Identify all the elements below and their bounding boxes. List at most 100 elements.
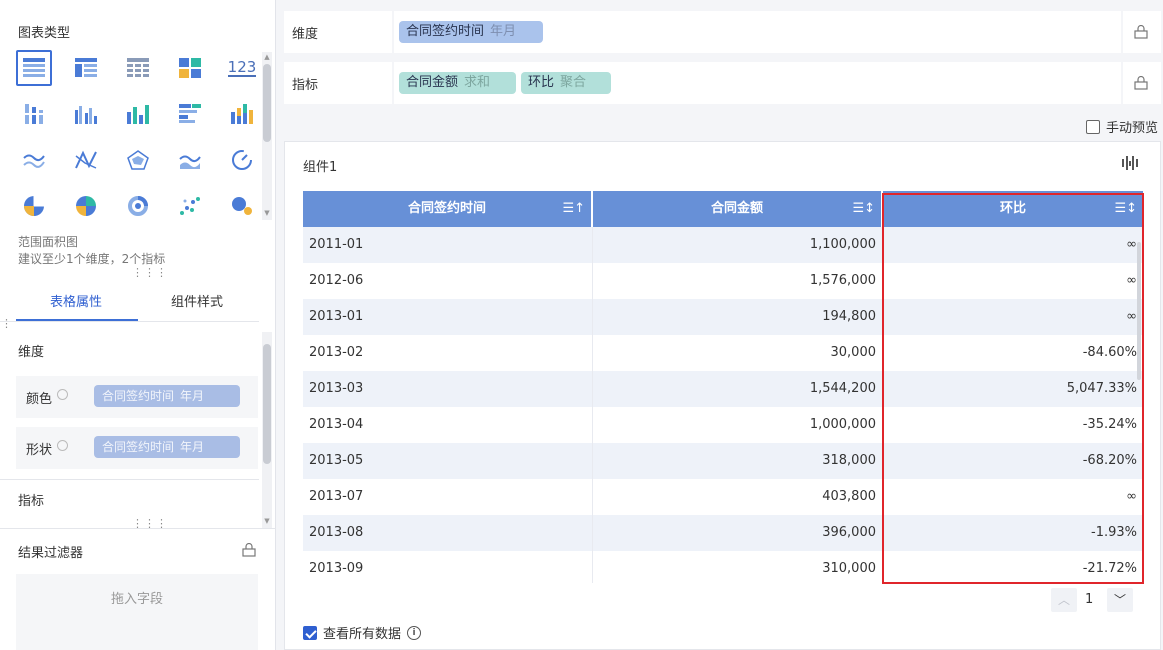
view-all-data-toggle[interactable]: 查看所有数据 i (303, 623, 422, 642)
cell-contract-amount: 1,544,200 (809, 381, 876, 396)
table-row[interactable]: 2013-04 1,000,000 -35.24% (303, 407, 1143, 443)
cell-contract-date: 2011-01 (309, 237, 364, 252)
table-row[interactable]: 2013-07 403,800 ∞ (303, 479, 1143, 515)
dimension-chip-contract-date[interactable]: 合同签约时间 年月 (399, 21, 543, 43)
color-settings-gear-icon[interactable] (57, 389, 68, 400)
gauge-chart-icon[interactable] (224, 142, 260, 178)
next-page-button[interactable]: ﹀ (1107, 588, 1133, 612)
resize-grip-icon[interactable]: ⋮⋮⋮ (132, 518, 168, 529)
dimension-drop-zone[interactable]: 合同签约时间 年月 (394, 11, 1121, 53)
selected-chart-name: 范围面积图 (18, 235, 79, 249)
cell-mom: ∞ (1126, 237, 1137, 252)
scatter-chart-icon[interactable] (172, 188, 208, 224)
cell-contract-date: 2013-03 (309, 381, 364, 396)
sort-icon[interactable]: ☰↕ (852, 191, 875, 227)
scroll-up-arrow-icon[interactable]: ▲ (262, 52, 272, 62)
manual-preview-checkbox[interactable] (1086, 119, 1100, 134)
table-row[interactable]: 2013-09 310,000 -21.72% (303, 551, 1143, 587)
scroll-down-arrow-icon[interactable]: ▼ (262, 208, 272, 218)
panel-collapse-handle-icon[interactable]: ⋮ (1, 318, 13, 329)
dimension-lock-icon[interactable] (1134, 25, 1148, 39)
metric-chip-mom[interactable]: 环比 聚合 (521, 72, 611, 94)
cell-contract-date: 2013-09 (309, 561, 364, 576)
kpi-block-icon[interactable] (172, 50, 208, 86)
dimension-bar-label: 维度 (292, 27, 319, 42)
grouped-bar-icon[interactable] (16, 96, 52, 132)
tab-table-properties[interactable]: 表格属性 (50, 291, 102, 310)
column-divider (592, 227, 593, 583)
prev-page-button[interactable]: ︿ (1051, 588, 1077, 612)
metric-section-title: 指标 (18, 494, 45, 509)
cell-contract-date: 2013-08 (309, 525, 364, 540)
radar-chart-icon[interactable] (120, 142, 156, 178)
number-indicator-icon[interactable]: 123 (224, 50, 260, 86)
column-header-mom[interactable]: 环比 ☰↕ (883, 191, 1143, 227)
dimension-bar: 维度 合同签约时间 年月 (284, 11, 1161, 53)
cell-mom: ∞ (1126, 489, 1137, 504)
table-scrollbar[interactable] (1137, 242, 1141, 380)
cell-mom: -84.60% (1082, 345, 1137, 360)
color-field-chip[interactable]: 合同签约时间 年月 (94, 385, 240, 407)
resize-grip-icon[interactable]: ⋮⋮⋮ (132, 267, 168, 278)
pie-chart-icon[interactable] (16, 188, 52, 224)
cell-mom: -21.72% (1082, 561, 1137, 576)
view-all-checkbox[interactable] (303, 625, 317, 640)
shape-settings-gear-icon[interactable] (57, 440, 68, 451)
filter-drop-zone[interactable]: 拖入字段 (16, 574, 258, 650)
table-row[interactable]: 2013-03 1,544,200 5,047.33% (303, 371, 1143, 407)
donut-chart-icon[interactable] (120, 188, 156, 224)
table-row[interactable]: 2011-01 1,100,000 ∞ (303, 227, 1143, 263)
table-row[interactable]: 2013-05 318,000 -68.20% (303, 443, 1143, 479)
grouped-table-icon[interactable] (68, 50, 104, 86)
chart-switch-icon[interactable] (1122, 156, 1138, 170)
table-row[interactable]: 2013-08 396,000 -1.93% (303, 515, 1143, 551)
column-divider (882, 227, 883, 583)
polyline-chart-icon[interactable] (68, 142, 104, 178)
table-row[interactable]: 2012-06 1,576,000 ∞ (303, 263, 1143, 299)
multi-bar-icon[interactable] (68, 96, 104, 132)
sort-icon[interactable]: ☰↑ (562, 191, 585, 227)
cross-table-icon[interactable] (120, 50, 156, 86)
info-icon[interactable]: i (407, 625, 422, 640)
metric-chip-contract-amount[interactable]: 合同金额 求和 (399, 72, 516, 94)
cell-contract-amount: 1,000,000 (809, 417, 876, 432)
cell-mom: -35.24% (1082, 417, 1137, 432)
table-row[interactable]: 2013-02 30,000 -84.60% (303, 335, 1143, 371)
tab-component-style[interactable]: 组件样式 (171, 291, 223, 310)
divider (1121, 11, 1123, 53)
cell-contract-date: 2012-06 (309, 273, 364, 288)
column-header-contract-amount[interactable]: 合同金额 ☰↕ (593, 191, 881, 227)
cell-mom: 5,047.33% (1066, 381, 1137, 396)
color-bar-icon[interactable] (120, 96, 156, 132)
area-chart-icon[interactable] (172, 142, 208, 178)
table-header: 合同签约时间 ☰↑ 合同金额 ☰↕ 环比 ☰↕ (303, 191, 1143, 227)
result-filter-title: 结果过滤器 (18, 546, 84, 561)
scroll-down-arrow-icon[interactable]: ▼ (262, 516, 272, 526)
horizontal-bar-icon[interactable] (172, 96, 208, 132)
bubble-chart-icon[interactable] (224, 188, 260, 224)
table-row[interactable]: 2013-01 194,800 ∞ (303, 299, 1143, 335)
table-chart-icon[interactable] (16, 50, 52, 86)
cell-contract-date: 2013-04 (309, 417, 364, 432)
column-header-contract-date[interactable]: 合同签约时间 ☰↑ (303, 191, 591, 227)
scrollbar-thumb[interactable] (263, 344, 271, 464)
cell-contract-date: 2013-05 (309, 453, 364, 468)
line-chart-icon[interactable] (16, 142, 52, 178)
metric-drop-zone[interactable]: 合同金额 求和 环比 聚合 (394, 62, 1121, 104)
cell-contract-amount: 1,100,000 (809, 237, 876, 252)
scrollbar-thumb[interactable] (263, 64, 271, 142)
metric-lock-icon[interactable] (1134, 76, 1148, 90)
metric-bar-label: 指标 (292, 78, 319, 93)
rose-chart-icon[interactable] (68, 188, 104, 224)
filter-lock-icon[interactable] (242, 543, 256, 557)
divider (1121, 62, 1123, 104)
left-panel: 图表类型 123 ▲ ▼ 范围面积图 建议至少1个维度，2个指标 ⋮⋮⋮ 表格属… (0, 0, 276, 650)
manual-preview-toggle[interactable]: 手动预览 (1086, 117, 1158, 136)
cell-contract-amount: 1,576,000 (809, 273, 876, 288)
chart-type-scrollbar[interactable]: ▲ ▼ (262, 52, 272, 220)
sort-icon[interactable]: ☰↕ (1114, 191, 1137, 227)
shape-field-chip[interactable]: 合同签约时间 年月 (94, 436, 240, 458)
shape-property-row: 形状 合同签约时间 年月 (16, 427, 258, 469)
properties-scrollbar[interactable]: ▼ (262, 332, 272, 528)
stacked-bar-icon[interactable] (224, 96, 260, 132)
